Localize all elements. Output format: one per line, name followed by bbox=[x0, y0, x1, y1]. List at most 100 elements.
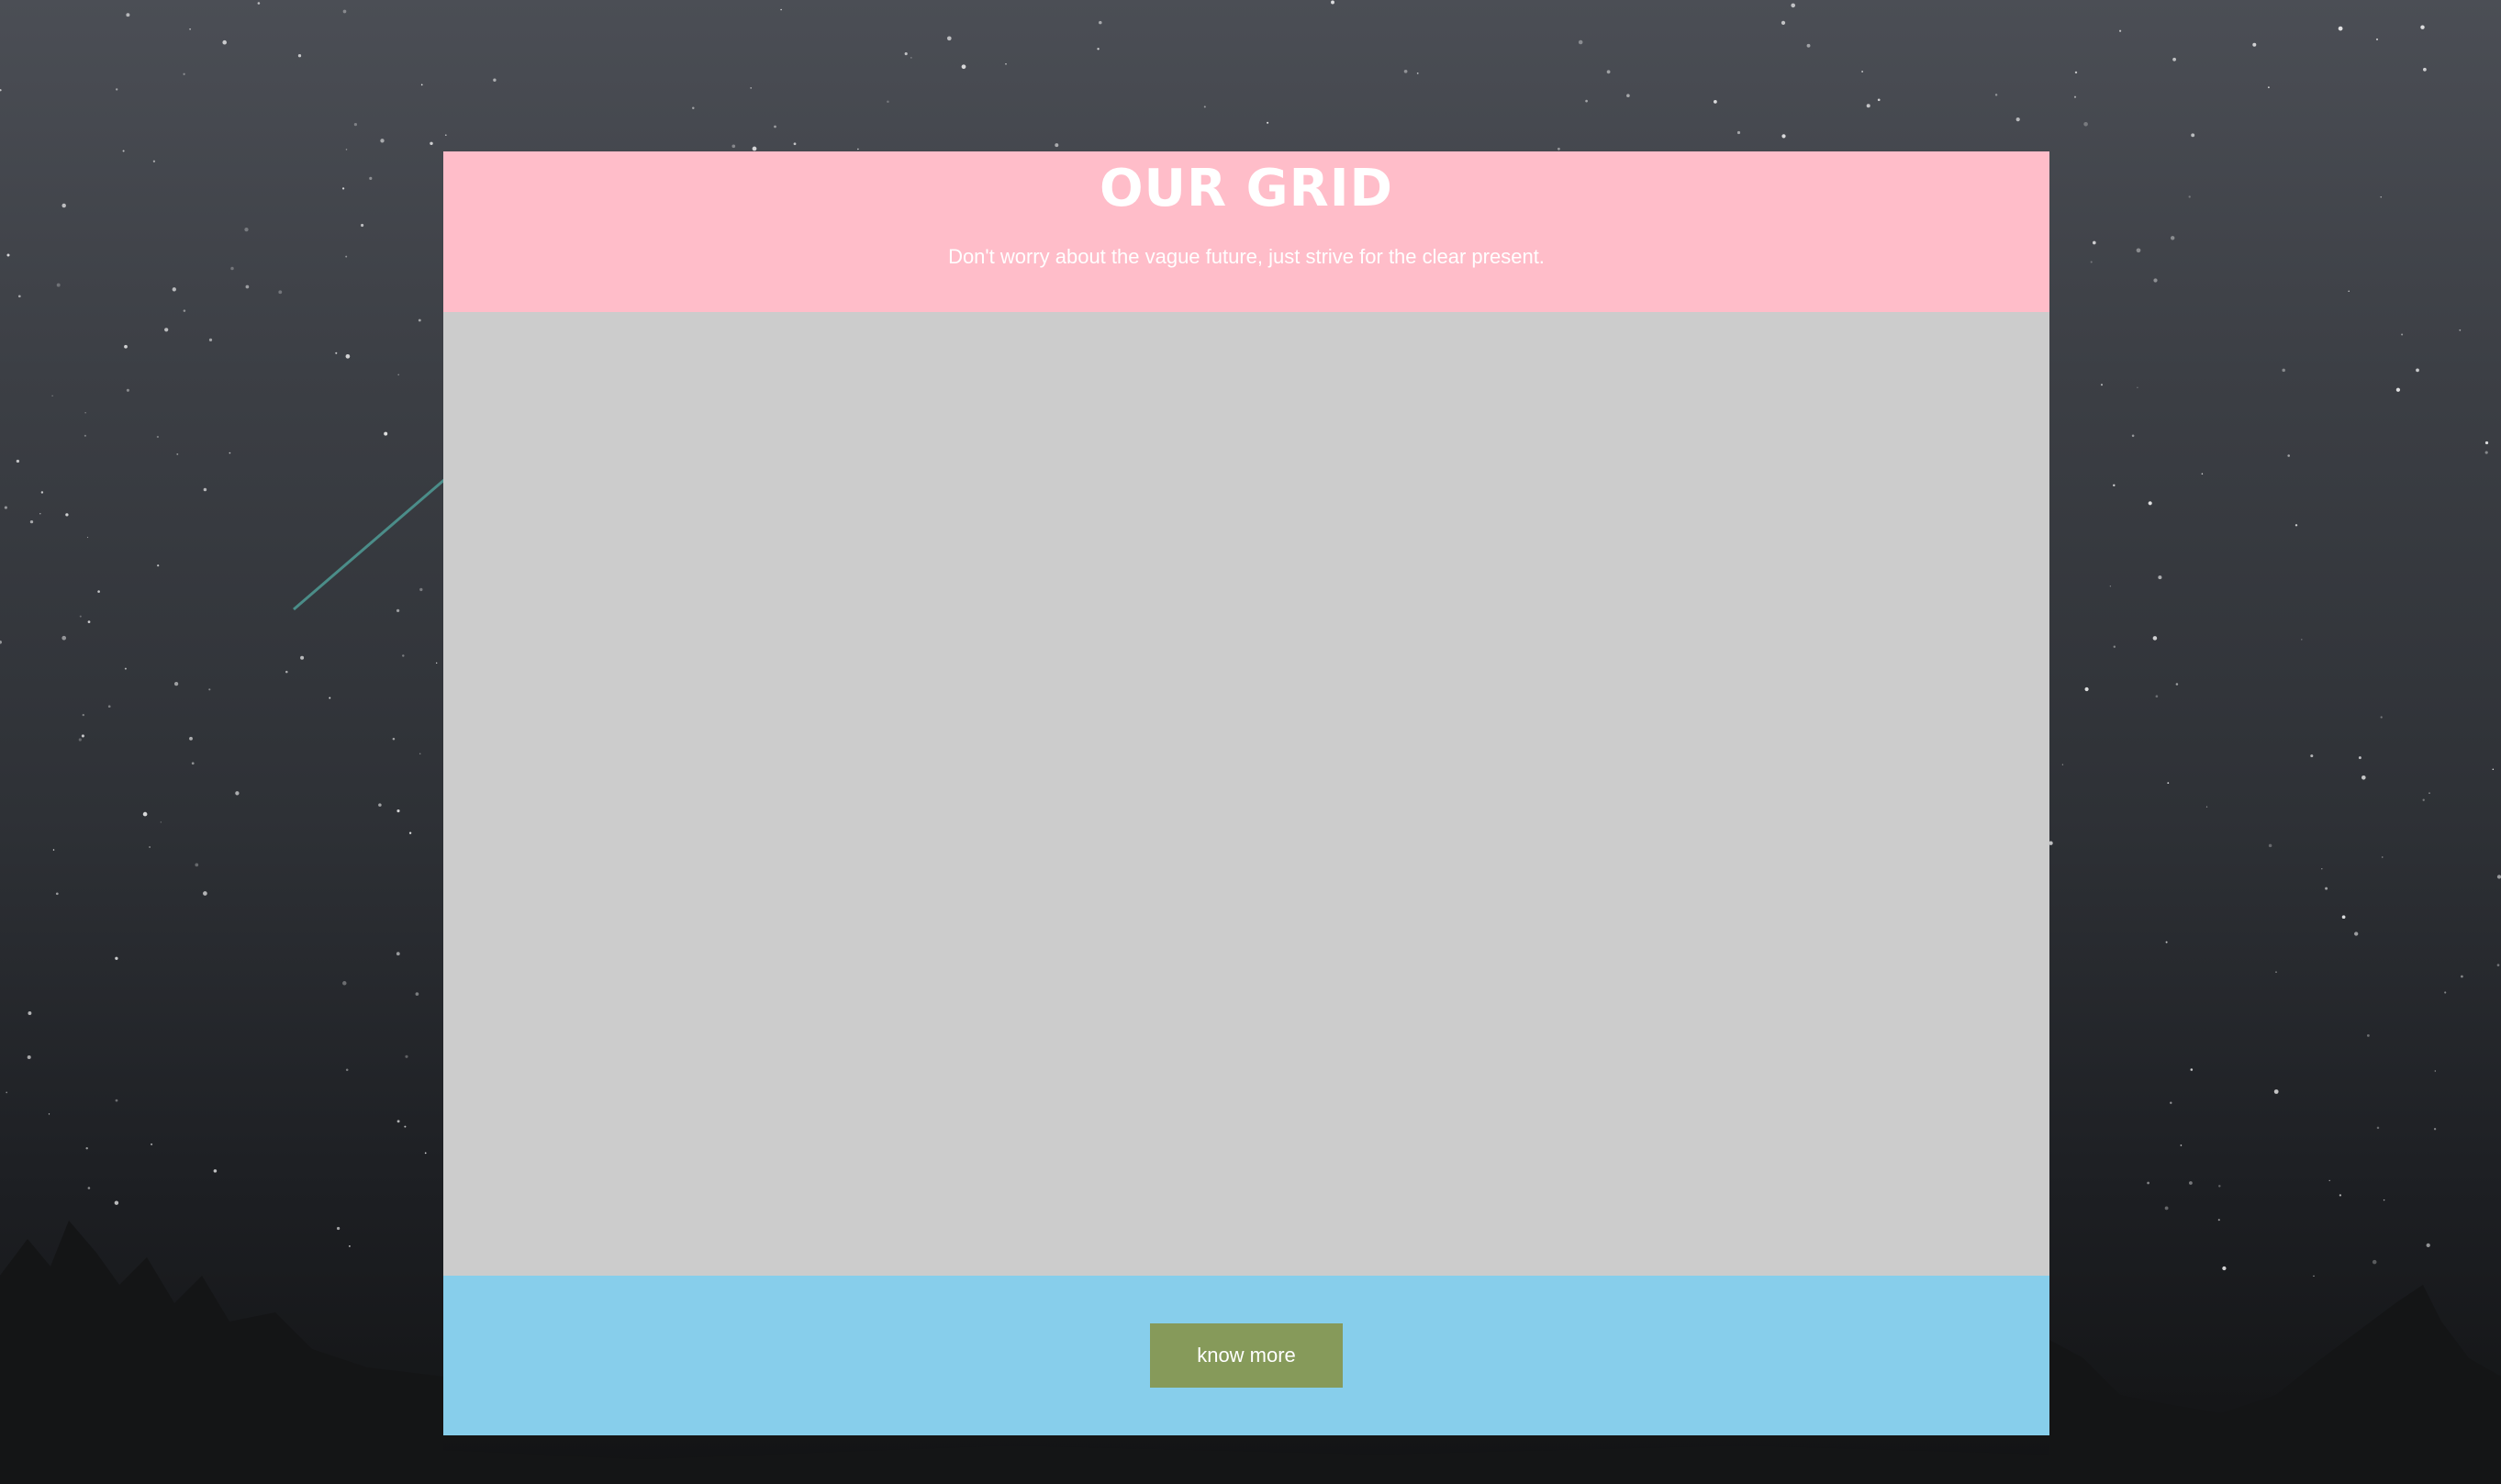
star-dot bbox=[230, 266, 234, 271]
star-dot bbox=[156, 435, 160, 439]
grid-content-area bbox=[443, 312, 2049, 1276]
star-dot bbox=[126, 388, 129, 392]
star-dot bbox=[16, 459, 20, 463]
star-dot bbox=[229, 452, 231, 454]
star-dot bbox=[1055, 143, 1059, 148]
star-dot bbox=[2341, 915, 2346, 920]
star-dot bbox=[396, 809, 400, 813]
star-dot bbox=[369, 176, 373, 180]
star-dot bbox=[87, 1187, 91, 1189]
star-dot bbox=[2222, 1266, 2227, 1271]
star-dot bbox=[84, 412, 86, 414]
star-dot bbox=[2434, 1070, 2436, 1072]
star-dot bbox=[2191, 133, 2195, 138]
star-dot bbox=[946, 36, 952, 41]
star-dot bbox=[2218, 1185, 2221, 1188]
know-more-button[interactable]: know more bbox=[1150, 1323, 1343, 1388]
star-dot bbox=[349, 1245, 351, 1247]
star-dot bbox=[424, 1152, 427, 1155]
star-dot bbox=[1203, 106, 1206, 108]
card-header: OUR GRID Don't worry about the vague fut… bbox=[443, 151, 2049, 312]
grid-card: OUR GRID Don't worry about the vague fut… bbox=[443, 151, 2049, 1435]
star-dot bbox=[222, 39, 227, 45]
star-dot bbox=[300, 655, 305, 660]
star-dot bbox=[2147, 1181, 2149, 1185]
star-dot bbox=[418, 318, 421, 322]
star-dot bbox=[52, 849, 55, 851]
star-dot bbox=[857, 148, 859, 151]
star-dot bbox=[124, 344, 128, 349]
star-dot bbox=[2074, 71, 2078, 74]
star-dot bbox=[1994, 94, 1998, 96]
star-dot bbox=[2137, 386, 2138, 388]
star-dot bbox=[2092, 240, 2096, 245]
star-dot bbox=[342, 981, 347, 986]
star-dot bbox=[61, 635, 67, 641]
star-dot bbox=[2164, 1206, 2169, 1211]
star-dot bbox=[173, 681, 179, 686]
star-dot bbox=[2015, 117, 2020, 122]
star-dot bbox=[774, 125, 776, 128]
star-dot bbox=[2372, 1259, 2377, 1265]
star-dot bbox=[1806, 43, 1811, 48]
star-dot bbox=[142, 811, 148, 817]
star-dot bbox=[2287, 454, 2290, 457]
star-dot bbox=[2267, 86, 2270, 89]
star-dot bbox=[345, 1068, 349, 1072]
star-dot bbox=[2426, 1243, 2430, 1248]
star-dot bbox=[415, 992, 419, 996]
star-dot bbox=[2380, 196, 2382, 198]
star-dot bbox=[2484, 451, 2488, 454]
star-dot bbox=[6, 1091, 8, 1094]
star-dot bbox=[28, 1011, 32, 1015]
star-dot bbox=[86, 536, 89, 539]
star-dot bbox=[48, 1113, 50, 1115]
star-dot bbox=[2459, 329, 2462, 331]
star-dot bbox=[2268, 843, 2272, 848]
star-dot bbox=[336, 1226, 341, 1231]
star-dot bbox=[40, 491, 44, 494]
star-dot bbox=[419, 753, 421, 755]
page-subtitle: Don't worry about the vague future, just… bbox=[948, 245, 1545, 268]
star-dot bbox=[172, 287, 176, 292]
star-dot bbox=[2073, 95, 2077, 98]
star-dot bbox=[2328, 1179, 2330, 1182]
star-dot bbox=[345, 149, 348, 151]
star-dot bbox=[244, 227, 249, 232]
star-dot bbox=[1005, 63, 1007, 65]
star-dot bbox=[1331, 0, 1334, 5]
star-dot bbox=[2496, 875, 2501, 879]
star-dot bbox=[961, 64, 966, 70]
star-dot bbox=[2348, 290, 2350, 292]
star-dot bbox=[78, 738, 82, 742]
star-dot bbox=[2180, 1144, 2183, 1146]
star-dot bbox=[29, 519, 34, 524]
star-dot bbox=[2217, 1219, 2220, 1222]
star-dot bbox=[335, 351, 338, 354]
star-dot bbox=[82, 713, 84, 717]
star-dot bbox=[2380, 716, 2383, 719]
star-dot bbox=[122, 150, 125, 152]
star-dot bbox=[2428, 792, 2430, 794]
star-dot bbox=[904, 52, 908, 56]
star-dot bbox=[2189, 1181, 2193, 1185]
star-dot bbox=[2100, 384, 2104, 386]
star-dot bbox=[2188, 195, 2191, 198]
star-dot bbox=[750, 87, 753, 89]
star-dot bbox=[692, 106, 695, 109]
star-dot bbox=[17, 295, 21, 298]
star-dot bbox=[183, 73, 185, 75]
star-dot bbox=[213, 1169, 218, 1173]
star-dot bbox=[1866, 104, 1870, 108]
star-dot bbox=[329, 697, 331, 699]
star-dot bbox=[2171, 236, 2175, 240]
star-dot bbox=[235, 791, 240, 796]
star-dot bbox=[384, 431, 388, 436]
star-dot bbox=[107, 705, 111, 709]
star-dot bbox=[257, 2, 261, 5]
star-dot bbox=[1606, 70, 1611, 74]
star-dot bbox=[2175, 683, 2179, 686]
star-dot bbox=[115, 1099, 118, 1102]
star-dot bbox=[2496, 964, 2500, 966]
star-dot bbox=[2416, 368, 2419, 373]
